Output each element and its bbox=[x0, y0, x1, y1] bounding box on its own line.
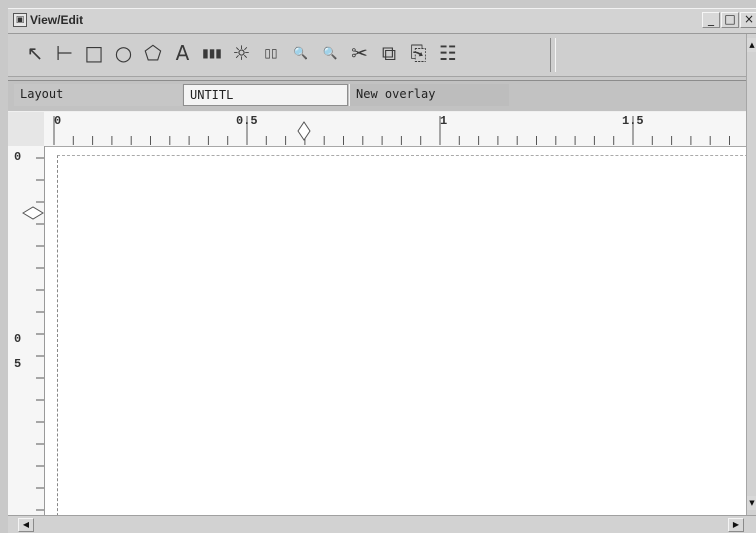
paste-tool-icon[interactable]: ⎘ bbox=[406, 38, 432, 68]
ruler-h-label-1: 1 bbox=[440, 114, 448, 128]
drawing-toolbar: ↖ ⊢ □ ○ ⬠ A ▮▮▮ ☼ ▯▯ 🔍 🔍 ✂ ⧉ ⎘ ☷ bbox=[8, 34, 756, 77]
ruler-h-label-1-5: 1.5 bbox=[622, 114, 644, 128]
vertical-cursor-marker-icon[interactable] bbox=[22, 206, 44, 220]
rectangle-tool-icon[interactable]: □ bbox=[81, 38, 107, 68]
layout-canvas[interactable] bbox=[45, 147, 756, 533]
zoom-in-tool-icon[interactable]: 🔍 bbox=[288, 38, 314, 68]
scroll-right-arrow-icon[interactable]: ▶ bbox=[728, 518, 744, 532]
overlay-selector[interactable]: New overlay bbox=[349, 84, 509, 106]
barcode-tool-icon[interactable]: ▮▮▮ bbox=[199, 38, 225, 68]
minimize-button[interactable]: _ bbox=[702, 12, 720, 28]
horizontal-cursor-marker-icon[interactable] bbox=[297, 121, 311, 141]
line-tool-icon[interactable]: ⊢ bbox=[52, 38, 78, 68]
layout-name-field[interactable]: UNTITL bbox=[183, 84, 348, 106]
ruler-v-label-5: 5 bbox=[14, 357, 22, 371]
maximize-button[interactable]: □ bbox=[721, 12, 739, 28]
vertical-scrollbar[interactable]: ▲ ▼ bbox=[746, 34, 756, 516]
field-tool-icon[interactable]: ▯▯ bbox=[258, 38, 284, 68]
select-tool-icon[interactable]: ↖ bbox=[22, 38, 48, 68]
horizontal-scrollbar[interactable]: ◀ ▶ bbox=[8, 515, 756, 533]
cut-tool-icon[interactable]: ✂ bbox=[347, 38, 373, 68]
page-margin-guide bbox=[57, 155, 756, 533]
ruler-corner bbox=[8, 112, 44, 146]
ruler-v-label-0b: 0 bbox=[14, 332, 22, 346]
window-app-icon[interactable]: ▣ bbox=[13, 13, 27, 27]
vertical-ruler[interactable]: 0 0 5 bbox=[8, 146, 45, 516]
copy-tool-icon[interactable]: ⧉ bbox=[376, 38, 402, 68]
properties-tool-icon[interactable]: ☷ bbox=[435, 38, 461, 68]
layout-status-bar: Layout UNTITL New overlay bbox=[8, 80, 756, 112]
ruler-v-label-0: 0 bbox=[14, 150, 22, 164]
scroll-down-arrow-icon[interactable]: ▼ bbox=[747, 496, 756, 510]
vertical-ruler-ticks bbox=[36, 157, 44, 511]
horizontal-ruler-ticks bbox=[53, 116, 750, 145]
window-title: View/Edit bbox=[30, 13, 84, 27]
zoom-out-tool-icon[interactable]: 🔍 bbox=[317, 38, 343, 68]
title-bar[interactable]: ▣ View/Edit _ □ × bbox=[8, 8, 756, 34]
view-edit-window: ▣ View/Edit _ □ × ↖ ⊢ □ ○ ⬠ A ▮▮▮ ☼ ▯▯ 🔍 🔍 ✂ ⧉ ⎘ ☷ Lay… bbox=[0, 0, 756, 533]
horizontal-ruler[interactable]: 0 0.5 1 1.5 bbox=[44, 112, 756, 147]
layout-label: Layout bbox=[14, 84, 182, 106]
image-tool-icon[interactable]: ☼ bbox=[229, 38, 255, 68]
toolbar-separator bbox=[550, 38, 556, 72]
ruler-h-label-0: 0 bbox=[54, 114, 62, 128]
scroll-left-arrow-icon[interactable]: ◀ bbox=[18, 518, 34, 532]
close-button[interactable]: × bbox=[740, 12, 756, 28]
ruler-h-label-0-5: 0.5 bbox=[236, 114, 258, 128]
text-tool-icon[interactable]: A bbox=[170, 38, 196, 68]
polygon-tool-icon[interactable]: ⬠ bbox=[140, 38, 166, 68]
ellipse-tool-icon[interactable]: ○ bbox=[111, 38, 137, 68]
scroll-up-arrow-icon[interactable]: ▲ bbox=[747, 38, 756, 52]
